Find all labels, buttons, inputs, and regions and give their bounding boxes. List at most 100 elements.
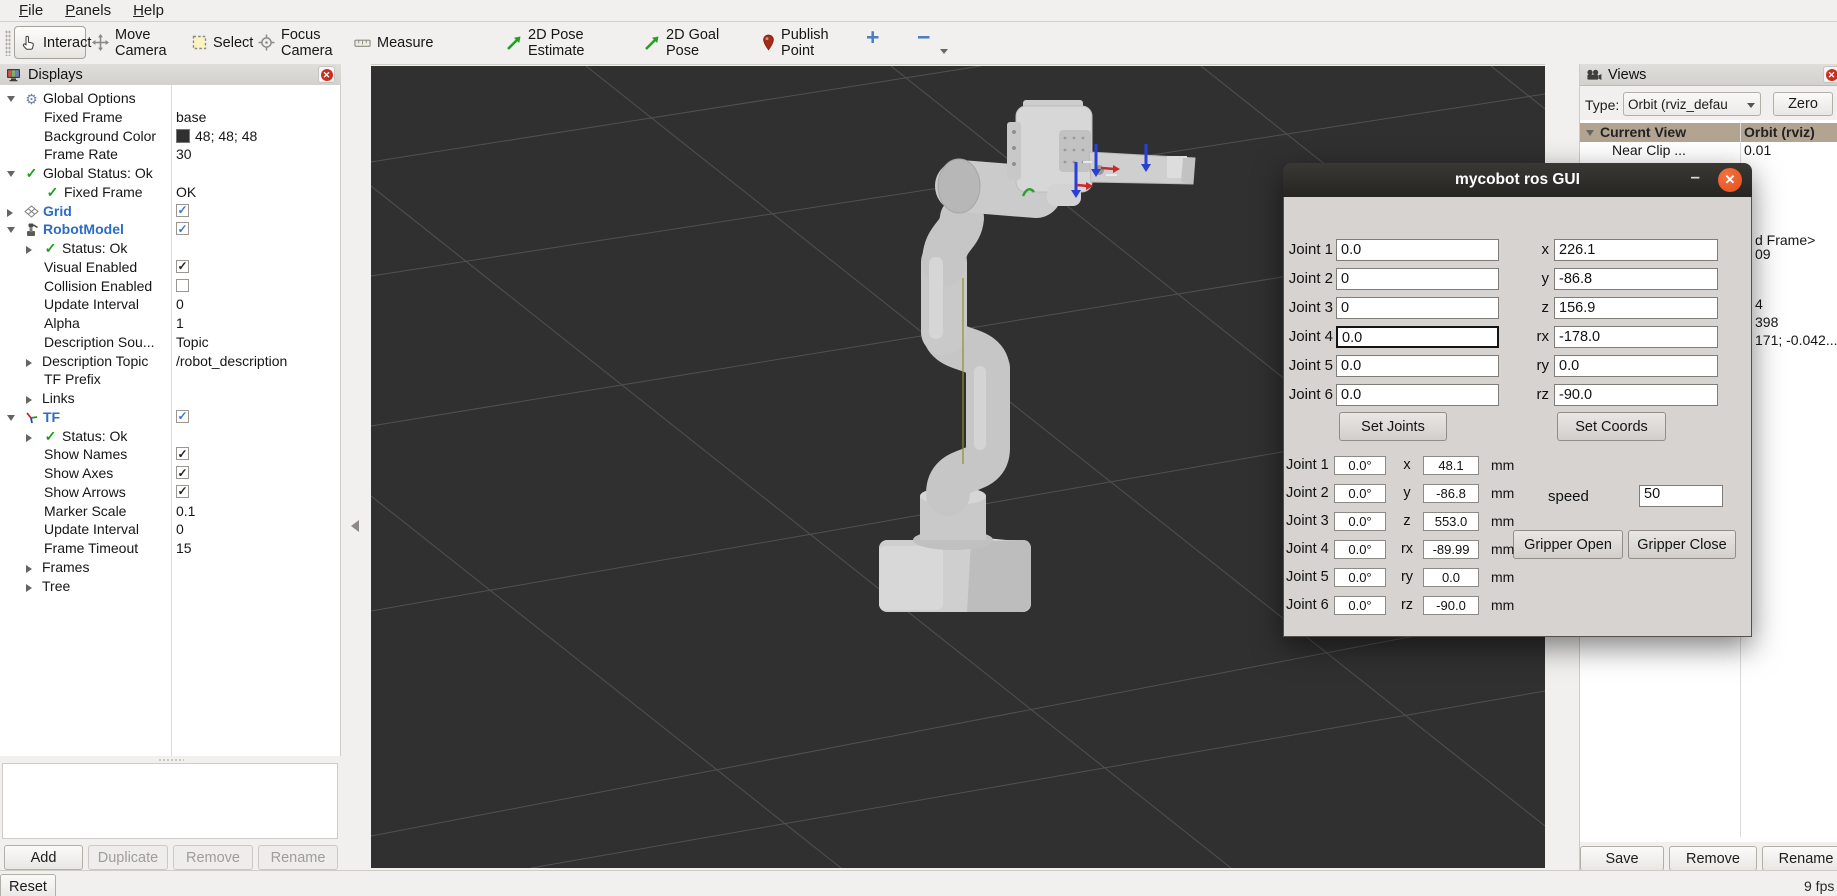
row-value[interactable]: ✓: [176, 203, 189, 217]
joint-5-input[interactable]: 0.0: [1336, 355, 1499, 377]
row-value[interactable]: 30: [176, 146, 192, 162]
row-value[interactable]: 0: [176, 521, 184, 537]
row-value[interactable]: ✓: [176, 259, 189, 273]
remove-view-button[interactable]: Remove: [1669, 846, 1757, 871]
row-value[interactable]: base: [176, 109, 206, 125]
displays-splitter[interactable]: [0, 756, 341, 763]
row-value[interactable]: ✓: [176, 221, 189, 235]
row-value[interactable]: [176, 278, 189, 292]
coord-x-input[interactable]: 226.1: [1554, 239, 1718, 261]
toolbar-drag-handle[interactable]: [5, 30, 11, 56]
row-value[interactable]: ✓: [176, 409, 189, 423]
chevron-right-icon[interactable]: [26, 359, 32, 367]
chevron-down-icon[interactable]: [7, 171, 15, 177]
rename-view-button[interactable]: Rename: [1762, 846, 1837, 871]
tool-move-camera[interactable]: Move Camera: [86, 26, 186, 59]
displays-row-frame-rate[interactable]: Frame Rate30: [0, 145, 339, 164]
checkbox[interactable]: ✓: [176, 485, 189, 498]
row-value[interactable]: 48; 48; 48: [176, 128, 257, 144]
close-icon[interactable]: ✕: [1718, 168, 1742, 192]
row-value[interactable]: ✓: [176, 484, 189, 498]
near-clip-row[interactable]: Near Clip ... 0.01: [1580, 142, 1837, 160]
displays-row-update-interval[interactable]: Update Interval0: [0, 520, 339, 539]
checkbox[interactable]: ✓: [176, 260, 189, 273]
row-value[interactable]: 0.1: [176, 503, 195, 519]
near-clip-value[interactable]: 0.01: [1744, 142, 1771, 158]
tool-focus-camera[interactable]: Focus Camera: [252, 26, 354, 59]
menu-panels[interactable]: Panels: [54, 0, 122, 22]
row-value[interactable]: OK: [176, 184, 196, 200]
coord-rz-input[interactable]: -90.0: [1554, 384, 1718, 406]
displays-close-button[interactable]: ✕: [318, 66, 335, 83]
displays-row-tree[interactable]: Tree: [0, 577, 339, 596]
add-tool-button[interactable]: +: [866, 24, 879, 51]
checkbox[interactable]: ✓: [176, 204, 189, 217]
displays-row-tf-prefix[interactable]: TF Prefix: [0, 370, 339, 389]
coord-y-input[interactable]: -86.8: [1554, 268, 1718, 290]
chevron-right-icon[interactable]: [7, 209, 13, 217]
displays-row-show-axes[interactable]: Show Axes✓: [0, 464, 339, 483]
chevron-right-icon[interactable]: [26, 565, 32, 573]
joint-1-input[interactable]: 0.0: [1336, 239, 1499, 261]
tool-publish-point[interactable]: Publish Point: [756, 26, 852, 59]
displays-row-fixed-frame[interactable]: Fixed Framebase: [0, 108, 339, 127]
speed-input[interactable]: 50: [1639, 485, 1723, 507]
displays-row-marker-scale[interactable]: Marker Scale0.1: [0, 502, 339, 521]
checkbox[interactable]: ✓: [176, 466, 189, 479]
coord-z-input[interactable]: 156.9: [1554, 297, 1718, 319]
chevron-down-icon[interactable]: [7, 227, 15, 233]
displays-row-fixed-frame[interactable]: ✓Fixed FrameOK: [0, 183, 339, 202]
minimize-icon[interactable]: –: [1691, 167, 1700, 187]
row-value[interactable]: 0: [176, 296, 184, 312]
displays-row-global-status-ok[interactable]: ✓Global Status: Ok: [0, 164, 339, 183]
displays-row-grid[interactable]: Grid✓: [0, 202, 339, 221]
color-swatch[interactable]: [176, 129, 190, 143]
checkbox[interactable]: [176, 279, 189, 292]
zero-button[interactable]: Zero: [1773, 92, 1833, 116]
chevron-right-icon[interactable]: [26, 396, 32, 404]
displays-row-visual-enabled[interactable]: Visual Enabled✓: [0, 258, 339, 277]
tool-interact[interactable]: Interact: [14, 26, 86, 59]
displays-row-frames[interactable]: Frames: [0, 558, 339, 577]
displays-row-status-ok[interactable]: ✓Status: Ok: [0, 427, 339, 446]
row-value[interactable]: ✓: [176, 446, 189, 460]
row-value[interactable]: ✓: [176, 465, 189, 479]
menu-help[interactable]: Help: [122, 0, 175, 22]
reset-button[interactable]: Reset: [0, 874, 56, 896]
views-type-dropdown[interactable]: Orbit (rviz_defau: [1623, 92, 1761, 116]
row-value[interactable]: Topic: [176, 334, 209, 350]
add-display-button[interactable]: Add: [4, 845, 83, 870]
menu-file[interactable]: File: [8, 0, 54, 22]
gripper-open-button[interactable]: Gripper Open: [1513, 530, 1623, 559]
tool-measure[interactable]: Measure: [348, 26, 426, 59]
displays-row-status-ok[interactable]: ✓Status: Ok: [0, 239, 339, 258]
views-panel-header[interactable]: Views ✕: [1580, 64, 1837, 86]
joint-4-input[interactable]: 0.0: [1336, 326, 1499, 348]
checkbox[interactable]: ✓: [176, 410, 189, 423]
checkbox[interactable]: ✓: [176, 447, 189, 460]
gripper-close-button[interactable]: Gripper Close: [1628, 530, 1736, 559]
displays-row-show-names[interactable]: Show Names✓: [0, 445, 339, 464]
row-value[interactable]: /robot_description: [176, 353, 287, 369]
tool-2d-pose-estimate[interactable]: 2D Pose Estimate: [500, 26, 624, 59]
displays-row-alpha[interactable]: Alpha1: [0, 314, 339, 333]
set-coords-button[interactable]: Set Coords: [1557, 412, 1666, 441]
chevron-right-icon[interactable]: [26, 246, 32, 254]
chevron-down-icon[interactable]: [7, 96, 15, 102]
displays-row-links[interactable]: Links: [0, 389, 339, 408]
chevron-right-icon[interactable]: [26, 584, 32, 592]
chevron-down-icon[interactable]: [1586, 130, 1594, 136]
row-value[interactable]: 15: [176, 540, 192, 556]
row-value[interactable]: 1: [176, 315, 184, 331]
set-joints-button[interactable]: Set Joints: [1339, 412, 1447, 441]
displays-row-update-interval[interactable]: Update Interval0: [0, 295, 339, 314]
remove-tool-button[interactable]: −: [917, 24, 930, 51]
displays-row-tf[interactable]: TF✓: [0, 408, 339, 427]
joint-2-input[interactable]: 0: [1336, 268, 1499, 290]
displays-row-description-sou[interactable]: Description Sou...Topic: [0, 333, 339, 352]
displays-panel-header[interactable]: Displays ✕: [0, 64, 341, 86]
left-splitter-strip[interactable]: [341, 64, 371, 870]
toolbar-overflow-caret[interactable]: [940, 49, 948, 54]
tool-2d-goal-pose[interactable]: 2D Goal Pose: [638, 26, 738, 59]
checkbox[interactable]: ✓: [176, 222, 189, 235]
